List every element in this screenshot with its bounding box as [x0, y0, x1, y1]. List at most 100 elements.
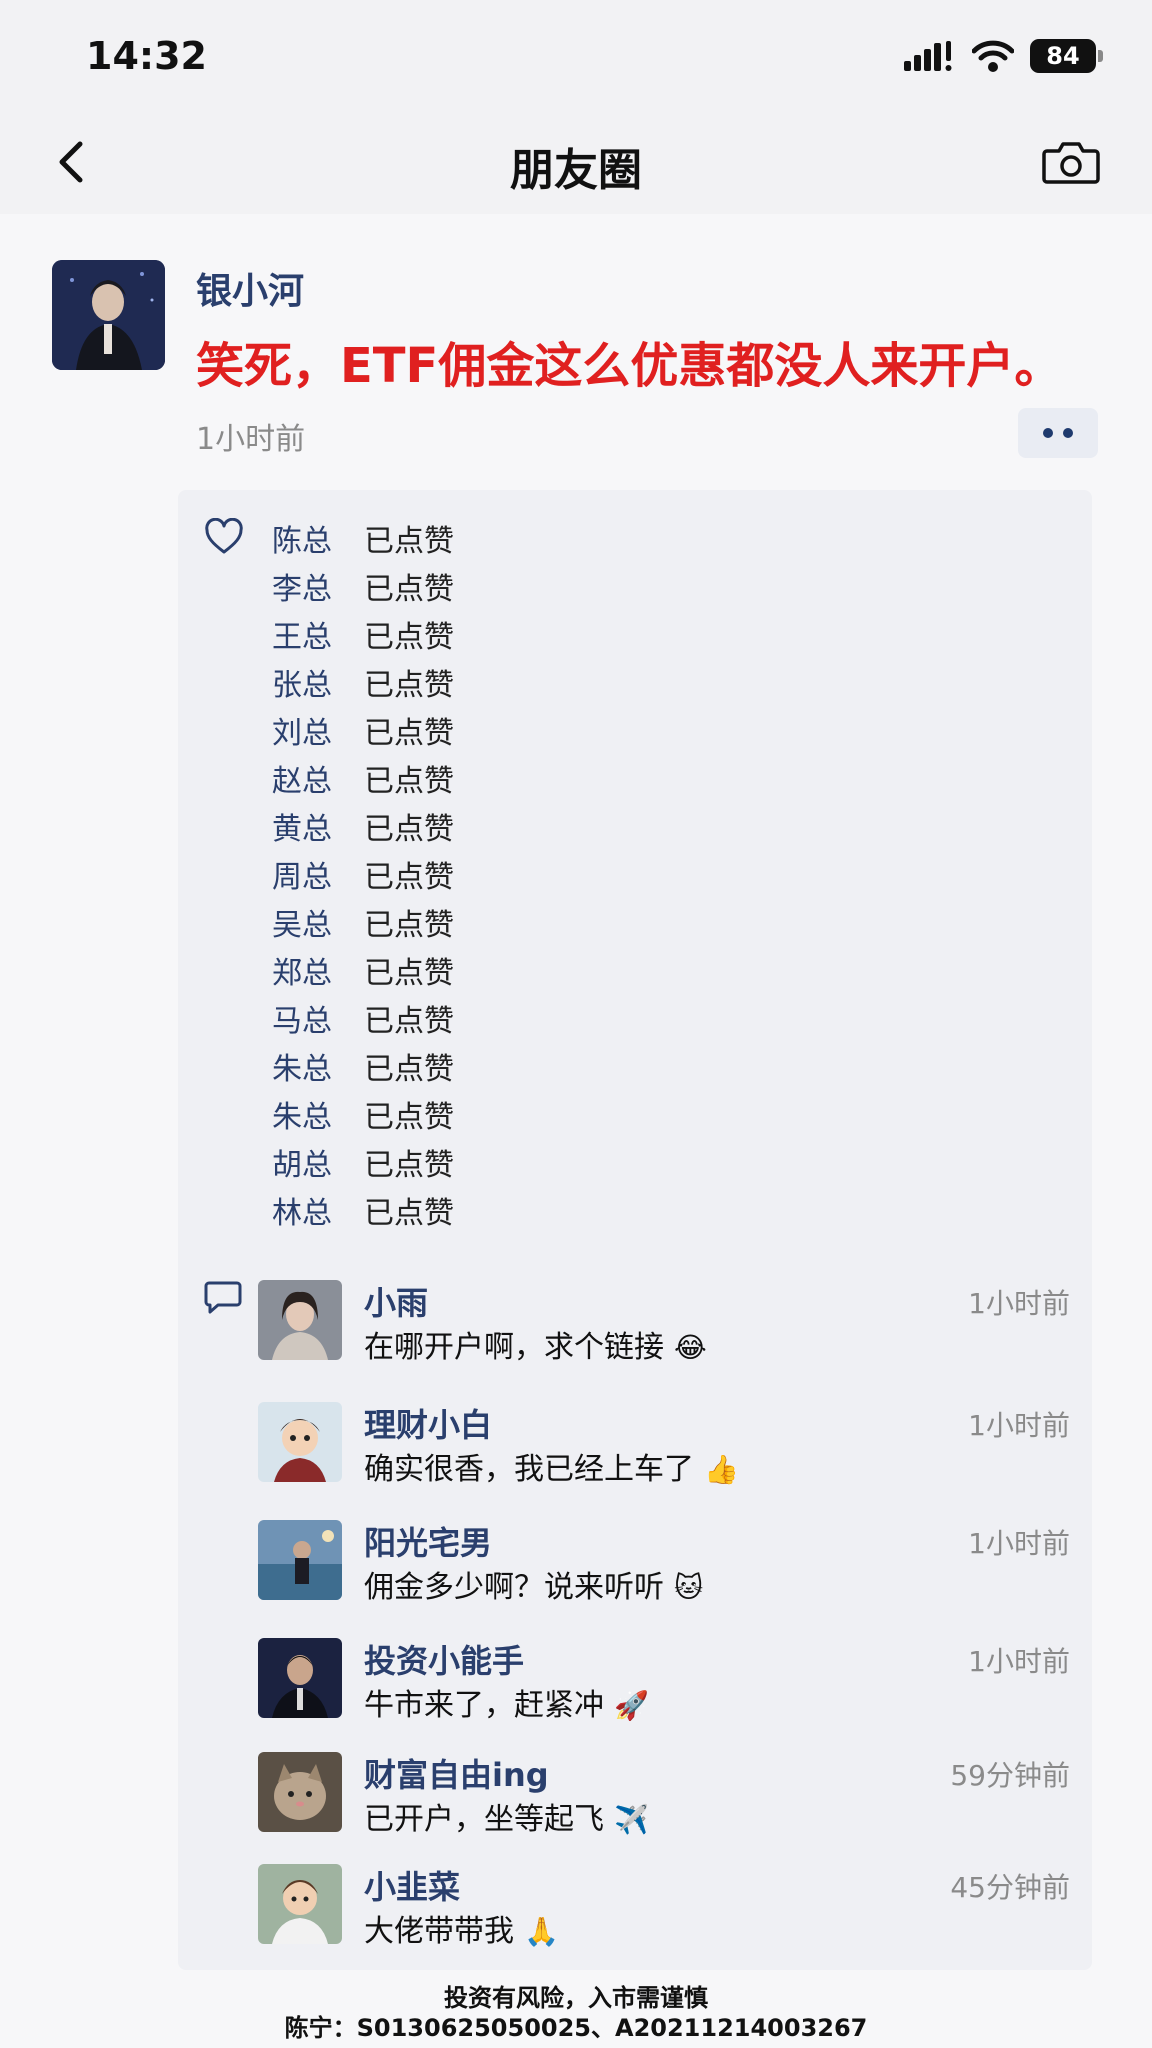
- like-row: 郑总 已点赞: [272, 946, 454, 994]
- commenter-name[interactable]: 投资小能手: [364, 1636, 524, 1682]
- like-user-name[interactable]: 吴总: [272, 900, 364, 944]
- comment-time: 1小时前: [968, 1527, 1070, 1560]
- status-icons: 84: [904, 36, 1103, 76]
- status-bar: 14:32 84: [0, 0, 1152, 110]
- dot-icon: [1043, 428, 1053, 438]
- avatar-image: [258, 1402, 342, 1482]
- comment-time: 1小时前: [968, 1287, 1070, 1320]
- like-user-name[interactable]: 陈总: [272, 516, 364, 560]
- heart-icon: [205, 518, 243, 554]
- comment-time: 59分钟前: [950, 1759, 1070, 1792]
- avatar-image: [258, 1864, 342, 1944]
- comment-item[interactable]: 投资小能手 牛市来了，赶紧冲 🚀 1小时前: [258, 1636, 1070, 1736]
- comment-item[interactable]: 财富自由ing 已开户，坐等起飞 ✈️ 59分钟前: [258, 1750, 1070, 1850]
- like-status: 已点赞: [364, 956, 454, 991]
- like-row: 陈总 已点赞: [272, 514, 454, 562]
- like-status: 已点赞: [364, 668, 454, 703]
- commenter-name[interactable]: 阳光宅男: [364, 1518, 492, 1564]
- post-author-name[interactable]: 银小河: [196, 262, 304, 314]
- post-author-avatar[interactable]: [52, 260, 165, 370]
- like-status: 已点赞: [364, 1052, 454, 1087]
- commenter-avatar[interactable]: [258, 1864, 342, 1944]
- like-user-name[interactable]: 朱总: [272, 1092, 364, 1136]
- like-row: 吴总 已点赞: [272, 898, 454, 946]
- comment-item[interactable]: 阳光宅男 佣金多少啊？说来听听 🐱 1小时前: [258, 1518, 1070, 1618]
- commenter-name[interactable]: 理财小白: [364, 1400, 492, 1446]
- like-user-name[interactable]: 王总: [272, 612, 364, 656]
- signal-icon: [904, 41, 952, 71]
- post-text: 笑死，ETF佣金这么优惠都没人来开户。: [196, 338, 1063, 394]
- like-row: 胡总 已点赞: [272, 1138, 454, 1186]
- avatar-image: [258, 1752, 342, 1832]
- emoji-icon: 🐱: [674, 1571, 704, 1604]
- like-row: 林总 已点赞: [272, 1186, 454, 1234]
- like-status: 已点赞: [364, 1196, 454, 1231]
- like-status: 已点赞: [364, 1004, 454, 1039]
- commenter-avatar[interactable]: [258, 1520, 342, 1600]
- commenter-avatar[interactable]: [258, 1402, 342, 1482]
- like-user-name[interactable]: 黄总: [272, 804, 364, 848]
- like-status: 已点赞: [364, 572, 454, 607]
- like-user-name[interactable]: 林总: [272, 1188, 364, 1232]
- like-user-name[interactable]: 胡总: [272, 1140, 364, 1184]
- like-user-name[interactable]: 朱总: [272, 1044, 364, 1088]
- comment-text: 大佬带带我 🙏: [364, 1906, 559, 1950]
- avatar-image: [258, 1638, 342, 1718]
- comment-time: 45分钟前: [950, 1871, 1070, 1904]
- camera-button[interactable]: [1040, 134, 1102, 190]
- like-status: 已点赞: [364, 716, 454, 751]
- comment-item[interactable]: 小雨在哪开户啊，求个链接 😂 1小时前: [258, 1278, 1070, 1378]
- comment-body: 牛市来了，赶紧冲: [364, 1688, 604, 1723]
- like-row: 朱总 已点赞: [272, 1090, 454, 1138]
- like-row: 张总 已点赞: [272, 658, 454, 706]
- like-row: 李总 已点赞: [272, 562, 454, 610]
- like-row: 赵总 已点赞: [272, 754, 454, 802]
- comment-time: 1小时前: [968, 1645, 1070, 1678]
- commenter-name[interactable]: 财富自由ing: [364, 1750, 549, 1796]
- comment-icon: [204, 1281, 242, 1314]
- comment-text: 牛市来了，赶紧冲 🚀: [364, 1680, 649, 1724]
- comment-text: 佣金多少啊？说来听听 🐱: [364, 1562, 703, 1606]
- commenter-avatar[interactable]: [258, 1638, 342, 1718]
- like-status: 已点赞: [364, 620, 454, 655]
- status-time: 14:32: [86, 34, 207, 78]
- commenter-name[interactable]: 小韭菜: [364, 1862, 460, 1908]
- emoji-icon: 😂: [674, 1331, 707, 1364]
- commenter-avatar[interactable]: [258, 1752, 342, 1832]
- like-list: 陈总 已点赞 李总 已点赞 王总 已点赞 张总 已点赞 刘总 已点赞 赵总 已点赞 黄总 已点赞 周总 已点赞…: [272, 514, 454, 1234]
- nav-bar: 朋友圈: [0, 110, 1152, 214]
- comment-text: 在哪开户啊，求个链接 😂: [364, 1322, 707, 1366]
- like-status: 已点赞: [364, 1100, 454, 1135]
- comment-body: 已开户，坐等起飞: [364, 1802, 604, 1837]
- comment-body: 在哪开户啊，求个链接: [364, 1330, 664, 1365]
- like-user-name[interactable]: 刘总: [272, 708, 364, 752]
- commenter-name[interactable]: 小雨: [364, 1278, 428, 1324]
- post-time: 1小时前: [196, 422, 306, 457]
- dot-icon: [1063, 428, 1073, 438]
- like-status: 已点赞: [364, 764, 454, 799]
- license-numbers: 陈宁：S0130625050025、A20211214003267: [284, 2014, 868, 2042]
- like-user-name[interactable]: 郑总: [272, 948, 364, 992]
- like-user-name[interactable]: 马总: [272, 996, 364, 1040]
- like-user-name[interactable]: 张总: [272, 660, 364, 704]
- like-row: 黄总 已点赞: [272, 802, 454, 850]
- commenter-avatar[interactable]: [258, 1280, 342, 1360]
- comment-body: 确实很香，我已经上车了: [364, 1452, 694, 1487]
- like-row: 王总 已点赞: [272, 610, 454, 658]
- like-status: 已点赞: [364, 812, 454, 847]
- more-actions-button[interactable]: [1018, 408, 1098, 458]
- comment-time: 1小时前: [968, 1409, 1070, 1442]
- like-user-name[interactable]: 周总: [272, 852, 364, 896]
- comment-body: 大佬带带我: [364, 1914, 514, 1949]
- comment-item[interactable]: 理财小白 确实很香，我已经上车了 👍 1小时前: [258, 1400, 1070, 1500]
- like-status: 已点赞: [364, 1148, 454, 1183]
- like-status: 已点赞: [364, 524, 454, 559]
- like-user-name[interactable]: 李总: [272, 564, 364, 608]
- comment-item[interactable]: 小韭菜 大佬带带我 🙏 45分钟前: [258, 1862, 1070, 1962]
- avatar-image: [258, 1520, 342, 1600]
- like-row: 朱总 已点赞: [272, 1042, 454, 1090]
- wifi-icon: [972, 40, 1014, 72]
- like-status: 已点赞: [364, 860, 454, 895]
- like-user-name[interactable]: 赵总: [272, 756, 364, 800]
- comment-text: 确实很香，我已经上车了 👍: [364, 1444, 739, 1488]
